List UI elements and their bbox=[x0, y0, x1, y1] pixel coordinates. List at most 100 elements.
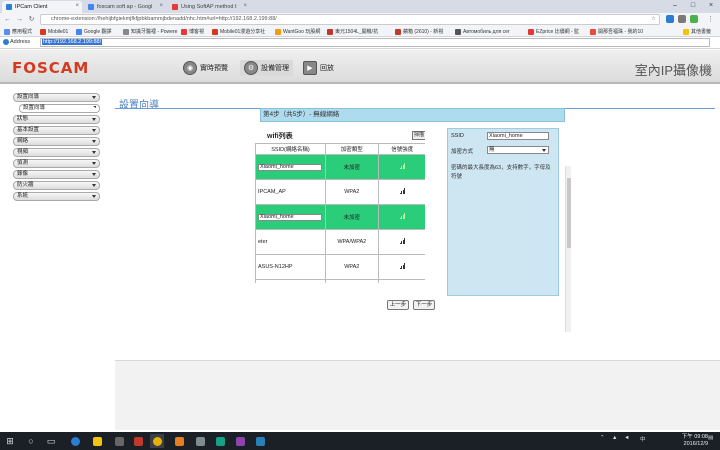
chrome-icon[interactable] bbox=[150, 434, 164, 448]
wifi-row[interactable]: ASUS-N12HP WPA2 bbox=[255, 254, 425, 280]
content-scrollbar[interactable] bbox=[565, 166, 571, 332]
signal-strength-icon bbox=[399, 188, 406, 194]
bookmark-item[interactable]: Автомобиль для сег bbox=[455, 27, 510, 36]
sidebar-item[interactable]: 系統 bbox=[13, 192, 100, 201]
bookmark-item[interactable]: 東元1504L_開機/抗 bbox=[327, 27, 378, 36]
product-title: 室內IP攝像機 bbox=[634, 63, 712, 78]
signal-strength-icon bbox=[399, 213, 406, 219]
sidebar-item[interactable]: 設置向導 bbox=[19, 104, 100, 113]
sidebar-item[interactable]: 網絡 bbox=[13, 137, 100, 146]
next-step-button[interactable]: 下一步 bbox=[413, 300, 435, 310]
bookmark-favicon-icon bbox=[123, 28, 129, 35]
tray-icon[interactable]: ⌃ bbox=[600, 435, 605, 441]
app-icon[interactable] bbox=[172, 434, 186, 448]
menu-kebab-icon[interactable]: ⋮ bbox=[706, 15, 715, 24]
chevron-down-icon bbox=[92, 118, 96, 121]
bookmark-item[interactable]: Mobile01漫遊分享社 bbox=[212, 27, 265, 36]
task-view-icon[interactable]: ▭ bbox=[44, 434, 58, 448]
wifi-ssid-cell: ASUS-N12HP bbox=[255, 254, 326, 280]
reload-icon[interactable]: ↻ bbox=[27, 15, 36, 24]
wifi-row[interactable]: IPCAM_AP WPA2 bbox=[255, 179, 425, 205]
tab-softap-article[interactable]: Using SoftAP method t × bbox=[168, 1, 250, 13]
sidebar-item[interactable]: 防火牆 bbox=[13, 181, 100, 190]
url-omnibox[interactable]: chrome-extension://hehijbfgiekmjfkfjpbkb… bbox=[40, 14, 660, 25]
nav-playback[interactable]: ▶ 回放 bbox=[303, 60, 334, 76]
sidebar-item[interactable]: 視頻 bbox=[13, 148, 100, 157]
ssid-input[interactable]: Xiaomi_home bbox=[487, 132, 549, 140]
encryption-select[interactable]: 無 bbox=[487, 146, 549, 154]
edge-browser-icon[interactable] bbox=[68, 434, 82, 448]
ime-indicator[interactable]: 中 bbox=[640, 435, 646, 443]
volume-icon[interactable]: ◄ bbox=[624, 435, 629, 441]
bookmark-star-icon[interactable]: ☆ bbox=[651, 15, 656, 24]
forward-arrow-icon[interactable]: → bbox=[15, 15, 24, 24]
app-icon[interactable] bbox=[193, 434, 207, 448]
sidebar-item[interactable]: 基本設置 bbox=[13, 126, 100, 135]
notification-icon[interactable]: ▤ bbox=[708, 435, 713, 441]
chevron-down-icon bbox=[92, 151, 96, 154]
maximize-icon[interactable]: □ bbox=[684, 0, 702, 12]
prev-step-button[interactable]: 上一步 bbox=[387, 300, 409, 310]
close-tab-icon[interactable]: × bbox=[159, 3, 163, 9]
tab-label: Using SoftAP method t bbox=[181, 4, 237, 10]
scan-button[interactable]: 掃描 bbox=[412, 131, 425, 140]
app-icon[interactable] bbox=[131, 434, 145, 448]
chevron-down-icon bbox=[92, 140, 96, 143]
extension-icon[interactable] bbox=[690, 15, 698, 23]
bookmark-item[interactable]: Google 翻譯 bbox=[76, 27, 112, 36]
sidebar-item[interactable]: 狀態 bbox=[13, 115, 100, 124]
back-arrow-icon[interactable]: ← bbox=[3, 15, 12, 24]
extension-ipcam-icon[interactable] bbox=[666, 15, 674, 23]
bookmark-item[interactable]: 博客視 bbox=[181, 27, 204, 36]
system-clock[interactable]: 下午 09:08 2016/12/9 bbox=[682, 434, 708, 448]
address-label: Address bbox=[10, 39, 31, 45]
sidebar-item[interactable]: 設置向導 bbox=[13, 93, 100, 102]
extension-icon[interactable] bbox=[678, 15, 686, 23]
sidebar-item[interactable]: 偵測 bbox=[13, 159, 100, 168]
app-icon[interactable] bbox=[213, 434, 227, 448]
network-icon[interactable]: ▲ bbox=[612, 435, 617, 441]
wifi-row[interactable]: TOTOLINKWPA/WPA2 bbox=[255, 279, 425, 283]
wifi-row[interactable]: eter WPA/WPA2 bbox=[255, 229, 425, 255]
bookmarks-bar: 應用程式 Mobile01 Google 翻譯 知識牙醫裡 - Powere 博… bbox=[0, 26, 720, 37]
app-icon[interactable] bbox=[233, 434, 247, 448]
bookmark-item[interactable]: Mobile01 bbox=[40, 27, 68, 36]
bookmark-apps[interactable]: 應用程式 bbox=[4, 27, 32, 36]
minimize-icon[interactable]: – bbox=[666, 0, 684, 12]
search-icon[interactable]: ○ bbox=[24, 434, 38, 448]
bookmark-item[interactable]: 蘋箱 (2610) - 新視 bbox=[395, 27, 443, 36]
file-explorer-icon[interactable] bbox=[90, 434, 104, 448]
foscam-app: FOSCAM ◉ 實時預覽 ⚙ 設備管理 ▶ 回放 室內IP攝像機 設置向導 設置… bbox=[0, 50, 720, 432]
bookmark-item[interactable]: EZprice 比價網 - 監 bbox=[528, 27, 579, 36]
ipcam-favicon-icon bbox=[6, 4, 12, 10]
close-tab-icon[interactable]: × bbox=[243, 3, 247, 9]
wifi-row[interactable]: Xiaomi_home 未加密 bbox=[255, 204, 425, 230]
chevron-down-icon bbox=[92, 173, 96, 176]
tab-google-search[interactable]: foscam soft ap - Googl × bbox=[84, 1, 166, 13]
calculator-icon[interactable] bbox=[112, 434, 126, 448]
bookmark-other[interactable]: 其他書籤 bbox=[683, 27, 711, 36]
bookmark-favicon-icon bbox=[395, 28, 401, 35]
signal-strength-icon bbox=[399, 238, 406, 244]
app-icon[interactable] bbox=[253, 434, 267, 448]
bookmark-item[interactable]: 開那吾福珠 - 我的10 bbox=[590, 27, 643, 36]
address-input[interactable]: http://192.168.2.199:88/ bbox=[40, 38, 710, 47]
tab-ipcam-client[interactable]: IPCam Client × bbox=[2, 1, 82, 13]
wifi-ssid: ASUS-N12HP bbox=[258, 264, 293, 270]
wifi-settings-panel: SSID Xiaomi_home 加密方式 無 密碼的最大長度為63，支持數字，… bbox=[447, 128, 559, 296]
chevron-left-icon bbox=[93, 106, 96, 108]
nav-live-view[interactable]: ◉ 實時預覽 bbox=[183, 60, 228, 76]
bookmark-item[interactable]: 知識牙醫裡 - Powere bbox=[123, 27, 177, 36]
bookmark-favicon-icon bbox=[76, 28, 82, 35]
sidebar-item[interactable]: 錄像 bbox=[13, 170, 100, 179]
bookmark-favicon-icon bbox=[212, 28, 218, 35]
scrollbar-thumb[interactable] bbox=[567, 178, 571, 248]
bookmark-item[interactable]: WantGoo 玩股網 bbox=[275, 27, 320, 36]
windows-start-icon[interactable]: ⊞ bbox=[3, 434, 17, 448]
close-tab-icon[interactable]: × bbox=[75, 3, 79, 9]
wifi-row[interactable]: Xiaomi_home 未加密 bbox=[255, 154, 425, 180]
close-window-icon[interactable]: × bbox=[702, 0, 720, 12]
bookmark-favicon-icon bbox=[590, 28, 596, 35]
nav-device-management[interactable]: ⚙ 設備管理 bbox=[240, 60, 293, 76]
wifi-list-panel: wifi列表 掃描 SSID(網絡名稱) 加密類型 信號強度 Xiaomi_ho… bbox=[255, 128, 425, 283]
